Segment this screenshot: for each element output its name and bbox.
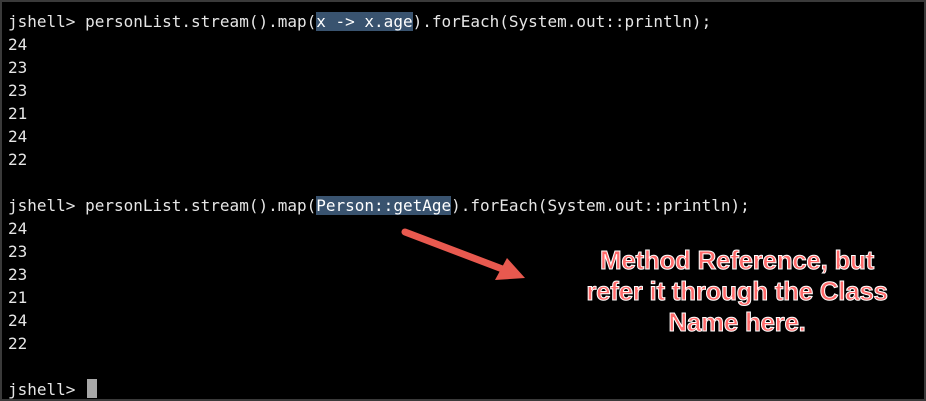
output-line: 22: [8, 150, 28, 169]
annotation-line: refer it through the Class: [586, 276, 889, 307]
output-line: 24: [8, 35, 28, 54]
annotation-callout: Method Reference, but refer it through t…: [562, 245, 912, 338]
annotation-line: Method Reference, but: [600, 245, 875, 276]
arrow-icon: [401, 228, 525, 280]
terminal-window[interactable]: jshell> personList.stream().map(x -> x.a…: [0, 0, 926, 401]
output-line: 23: [8, 81, 28, 100]
command-text: personList.stream().map(: [85, 12, 317, 31]
output-line: 24: [8, 127, 28, 146]
command-line-input[interactable]: jshell>: [8, 378, 924, 401]
shell-prompt: jshell>: [8, 12, 86, 31]
command-line-2: jshell> personList.stream().map(Person::…: [8, 194, 924, 217]
annotation-line: Name here.: [668, 307, 806, 338]
shell-prompt: jshell>: [8, 196, 86, 215]
text-cursor: [87, 379, 98, 398]
shell-prompt: jshell>: [8, 380, 86, 399]
selected-text-lambda: x -> x.age: [316, 12, 413, 31]
command-text: ).forEach(System.out::println);: [451, 196, 750, 215]
output-line: 21: [8, 104, 28, 123]
command-text: personList.stream().map(: [85, 196, 317, 215]
selected-text-method-reference: Person::getAge: [316, 196, 452, 215]
output-line: 23: [8, 58, 28, 77]
command-text: ).forEach(System.out::println);: [412, 12, 712, 31]
command-line-1: jshell> personList.stream().map(x -> x.a…: [8, 10, 924, 33]
